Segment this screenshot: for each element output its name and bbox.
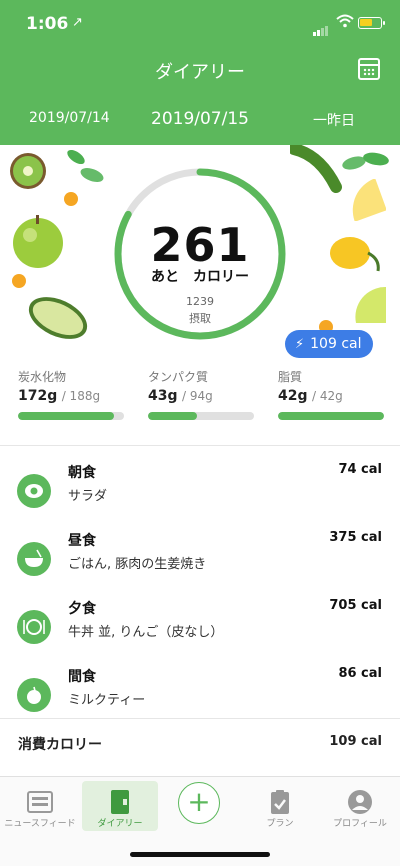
kiwi-icon xyxy=(10,153,46,189)
meal-name: 間食 xyxy=(68,669,96,685)
meal-calories: 705 cal xyxy=(329,598,382,613)
macro-bar xyxy=(18,412,124,420)
macro-carbs: 炭水化物 172g / 188g xyxy=(18,368,126,420)
meal-calories: 86 cal xyxy=(338,666,382,681)
burned-calories-value: 109 cal xyxy=(329,734,382,749)
macro-name: 炭水化物 xyxy=(18,370,67,384)
tab-newsfeed[interactable]: ニュースフィード xyxy=(0,781,80,831)
add-icon: + xyxy=(187,785,211,818)
macro-bar-fill xyxy=(18,412,115,420)
macro-value: 42g xyxy=(278,388,308,404)
bowl-icon xyxy=(17,542,51,576)
calories-intake-label: 摂取 xyxy=(189,312,211,325)
location-icon: ↗ xyxy=(72,15,83,30)
apple-icon xyxy=(17,678,51,712)
burned-calories-row[interactable]: 消費カロリー 109 cal xyxy=(0,734,400,764)
macro-bar-fill xyxy=(148,412,197,420)
tab-label: プロフィール xyxy=(333,819,387,829)
date-next[interactable]: 一昨日 xyxy=(313,110,355,130)
macro-target: / 94g xyxy=(181,389,213,403)
calendar-icon[interactable] xyxy=(358,58,380,80)
profile-icon xyxy=(348,790,372,814)
add-button[interactable]: + xyxy=(178,782,220,824)
meal-description: 牛丼 並, りんご（皮なし） xyxy=(68,625,224,640)
macro-value: 43g xyxy=(148,388,178,404)
tab-label: プラン xyxy=(266,819,294,829)
calorie-summary[interactable]: 261 あと カロリー 1239 摂取 ⚡ 109 cal xyxy=(0,145,400,360)
plate-icon xyxy=(17,610,51,644)
calories-intake: 1239 xyxy=(186,295,214,308)
macro-bar xyxy=(148,412,254,420)
burned-calories-badge[interactable]: ⚡ 109 cal xyxy=(285,330,374,358)
macro-value: 172g xyxy=(18,388,58,404)
tab-diary[interactable]: ダイアリー xyxy=(82,781,158,831)
meal-calories: 375 cal xyxy=(329,530,382,545)
macro-bar-fill xyxy=(278,412,384,420)
page-title: ダイアリー xyxy=(155,62,245,83)
tab-label: ニュースフィード xyxy=(4,819,76,829)
macro-fat: 脂質 42g / 42g xyxy=(278,368,386,420)
status-bar: 1:06 ↗ xyxy=(0,0,400,44)
lemon-slice-icon xyxy=(352,179,386,221)
meal-description: ミルクティー xyxy=(68,693,146,708)
wifi-icon xyxy=(336,14,354,28)
header: 1:06 ↗ ダイアリー 2019/07/14 2019/07/15 一昨日 xyxy=(0,0,400,145)
battery-icon xyxy=(358,17,385,29)
status-time: 1:06 xyxy=(26,14,69,34)
lightning-icon: ⚡ xyxy=(295,337,305,352)
herb-leaf-icon xyxy=(67,149,104,182)
tab-label: ダイアリー xyxy=(97,819,143,829)
diary-screen: 1:06 ↗ ダイアリー 2019/07/14 2019/07/15 一昨日 2… xyxy=(0,0,400,866)
macro-name: タンパク質 xyxy=(148,370,209,384)
macro-target: / 42g xyxy=(311,389,343,403)
meal-name: 朝食 xyxy=(68,465,96,481)
macro-bar xyxy=(278,412,384,420)
meal-dinner[interactable]: 夕食 牛丼 並, りんご（皮なし） 705 cal xyxy=(0,596,400,664)
meal-lunch[interactable]: 昼食 ごはん, 豚肉の生姜焼き 375 cal xyxy=(0,528,400,596)
meal-name: 夕食 xyxy=(68,601,96,617)
calories-remaining: 261 xyxy=(150,218,250,272)
macro-protein: タンパク質 43g / 94g xyxy=(148,368,256,420)
divider xyxy=(0,445,400,446)
tab-plan[interactable]: プラン xyxy=(240,781,320,831)
tab-profile[interactable]: プロフィール xyxy=(320,781,400,831)
meal-breakfast[interactable]: 朝食 サラダ 74 cal xyxy=(0,460,400,528)
meal-calories: 74 cal xyxy=(338,462,382,477)
pepper-icon xyxy=(290,145,342,193)
macro-name: 脂質 xyxy=(278,370,303,384)
meal-description: ごはん, 豚肉の生姜焼き xyxy=(68,557,207,572)
divider xyxy=(0,718,400,719)
meal-snack[interactable]: 間食 ミルクティー 86 cal xyxy=(0,664,400,732)
orange-berry-icon xyxy=(64,192,78,206)
signal-icon xyxy=(313,17,329,36)
meal-description: サラダ xyxy=(68,489,108,504)
news-icon xyxy=(27,791,53,813)
herb-leaf-icon xyxy=(342,152,389,170)
egg-icon xyxy=(17,474,51,508)
home-indicator xyxy=(130,852,270,857)
meal-name: 昼食 xyxy=(68,533,96,549)
diary-icon xyxy=(111,790,129,814)
macro-target: / 188g xyxy=(61,389,101,403)
macro-nutrients: 炭水化物 172g / 188g タンパク質 43g / 94g 脂質 42g … xyxy=(0,368,400,428)
calories-remaining-label: あと カロリー xyxy=(151,269,249,285)
burned-calories-value: 109 cal xyxy=(310,336,362,352)
burned-calories-label: 消費カロリー xyxy=(18,737,102,753)
plan-icon xyxy=(271,790,289,814)
